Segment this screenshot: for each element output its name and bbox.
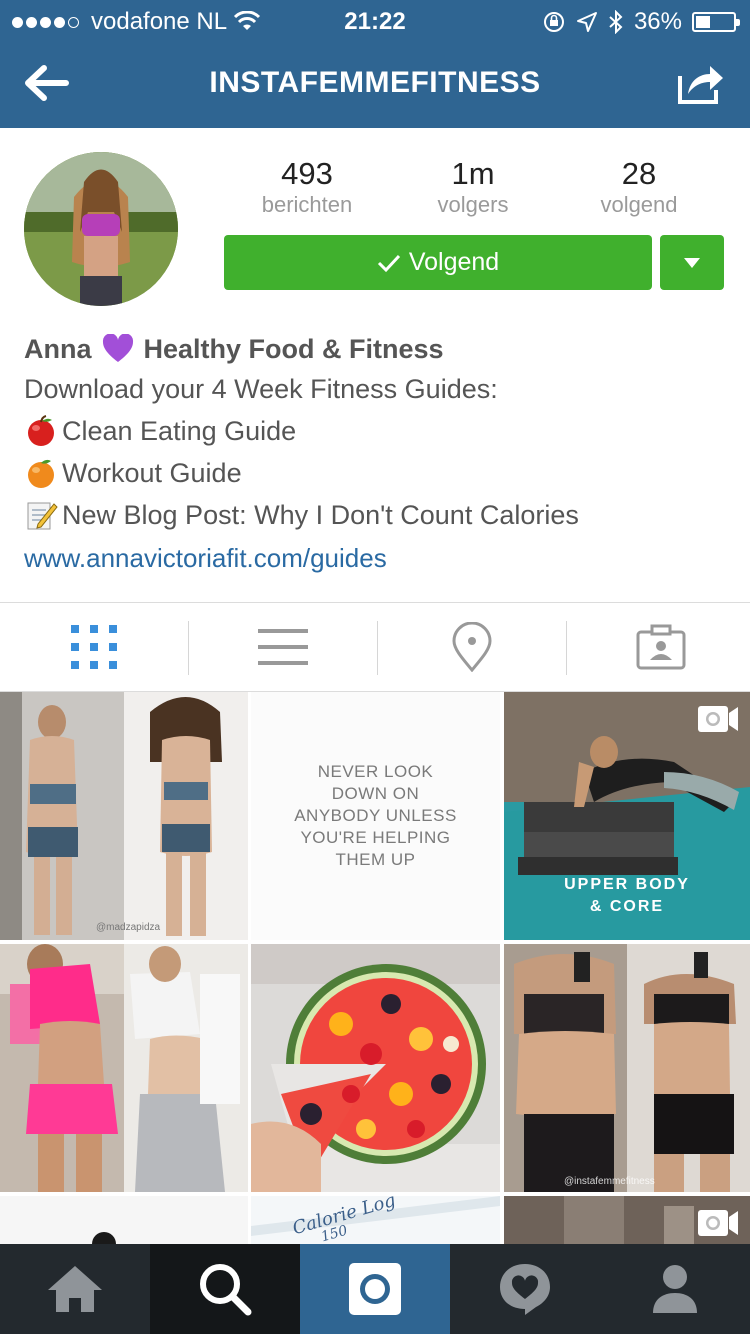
transformation-photo xyxy=(0,692,248,940)
grid-photo-5[interactable] xyxy=(251,944,500,1192)
video-caption-line-2: & CORE xyxy=(589,898,665,915)
memo-icon xyxy=(27,502,58,530)
stat-following[interactable]: 28 volgend xyxy=(556,156,722,218)
posts-label: berichten xyxy=(261,192,353,217)
bio-line-4: New Blog Post: Why I Don't Count Calorie… xyxy=(24,494,734,536)
video-caption-line-1: UPPER BODY xyxy=(564,876,690,893)
purple-heart-icon xyxy=(102,334,133,362)
quote-line-5: THEM UP xyxy=(335,850,416,869)
photo-watermark-2: @instafemmefitness xyxy=(564,1176,655,1187)
video-camera-icon xyxy=(698,706,738,732)
suggestions-dropdown-button[interactable] xyxy=(660,235,724,290)
following-button-label: Volgend xyxy=(408,248,500,276)
avatar-photo xyxy=(24,152,178,306)
website-link[interactable]: www.annavictoriafit.com/guides xyxy=(24,536,734,580)
tab-profile[interactable] xyxy=(600,1244,750,1334)
stat-followers[interactable]: 1m volgers xyxy=(390,156,556,218)
grid-photo-2[interactable]: NEVER LOOK DOWN ON ANYBODY UNLESS YOU'RE… xyxy=(251,692,500,940)
profile-name: Anna Healthy Food & Fitness xyxy=(24,330,734,368)
bio-line-1-text: Download your 4 Week Fitness Guides: xyxy=(24,374,498,404)
grid-photo-6[interactable]: @instafemmefitness xyxy=(504,944,750,1192)
profile-icon xyxy=(653,1265,697,1313)
posts-count: 493 xyxy=(281,156,333,191)
grid-photo-7[interactable] xyxy=(0,1196,248,1244)
navigation-bar: INSTAFEMMEFITNESS xyxy=(0,40,750,128)
bio-line-3: Workout Guide xyxy=(24,452,734,494)
followers-label: volgers xyxy=(437,192,509,217)
quote-line-4: YOU'RE HELPING xyxy=(300,828,451,847)
status-bar: vodafone NL 21:22 36% xyxy=(0,0,750,40)
avatar[interactable] xyxy=(24,152,178,306)
quote-text: NEVER LOOK DOWN ON ANYBODY UNLESS YOU'RE… xyxy=(294,761,457,871)
tab-activity[interactable] xyxy=(450,1244,600,1334)
triangle-down-icon xyxy=(684,257,700,268)
bio-line-2: Clean Eating Guide xyxy=(24,410,734,452)
profile-stats: 493 berichten 1m volgers 28 volgend xyxy=(224,156,724,226)
share-icon[interactable] xyxy=(676,60,726,106)
following-label: volgend xyxy=(600,192,678,217)
quote-line-3: ANYBODY UNLESS xyxy=(294,806,457,825)
name-first: Anna xyxy=(24,334,92,364)
page-title: INSTAFEMMEFITNESS xyxy=(209,66,541,99)
grid-photo-1[interactable]: @madzapidza xyxy=(0,692,248,940)
following-button[interactable]: Volgend xyxy=(224,235,652,290)
selfie-photo xyxy=(0,944,248,1192)
bio-line-4-text: New Blog Post: Why I Don't Count Calorie… xyxy=(62,500,579,530)
quote-line-1: NEVER LOOK xyxy=(317,762,434,781)
location-pin-icon xyxy=(452,622,492,672)
grid-photo-8[interactable]: Calorie Log 150 xyxy=(251,1196,500,1244)
video-camera-icon xyxy=(698,1210,738,1236)
grid-video-1[interactable]: UPPER BODY & CORE xyxy=(504,692,750,940)
watermelon-pizza-photo xyxy=(251,944,500,1192)
bio-line-3-text: Workout Guide xyxy=(62,458,242,488)
battery-icon xyxy=(692,12,740,32)
checkmark-icon xyxy=(377,254,400,272)
search-icon xyxy=(200,1264,252,1316)
rotation-lock-icon xyxy=(543,12,564,32)
bio-line-2-text: Clean Eating Guide xyxy=(62,416,297,446)
header-bar: vodafone NL 21:22 36% INSTAFEMMEFITNESS xyxy=(0,0,750,128)
bluetooth-icon xyxy=(609,10,623,34)
photo-grid: @madzapidza NEVER LOOK DOWN ON ANYBODY U… xyxy=(0,692,750,1244)
tab-location[interactable] xyxy=(378,603,566,691)
battery-percent: 36% xyxy=(633,8,682,35)
tab-camera[interactable] xyxy=(300,1244,450,1334)
tab-home[interactable] xyxy=(0,1244,150,1334)
progress-photo xyxy=(504,944,750,1192)
tab-tagged[interactable] xyxy=(567,603,750,691)
tab-list[interactable] xyxy=(189,603,377,691)
quote-line-2: DOWN ON xyxy=(331,784,420,803)
stat-posts[interactable]: 493 berichten xyxy=(224,156,390,218)
red-apple-icon xyxy=(28,415,54,446)
profile-view-tabs xyxy=(0,602,750,692)
name-rest: Healthy Food & Fitness xyxy=(143,334,444,364)
list-icon xyxy=(258,629,308,665)
bio-line-1: Download your 4 Week Fitness Guides: xyxy=(24,368,734,410)
orange-fruit-icon xyxy=(28,459,54,488)
tab-search[interactable] xyxy=(150,1244,300,1334)
grid-video-2[interactable] xyxy=(504,1196,750,1244)
following-count: 28 xyxy=(621,156,657,191)
grid-icon xyxy=(71,625,117,669)
location-arrow-icon xyxy=(576,12,597,32)
bottom-tab-bar xyxy=(0,1244,750,1334)
tab-grid[interactable] xyxy=(0,603,188,691)
camera-icon xyxy=(349,1263,401,1315)
photo-watermark-1: @madzapidza xyxy=(96,922,161,933)
profile-bio: Anna Healthy Food & Fitness Download you… xyxy=(24,330,734,580)
activity-icon xyxy=(500,1264,550,1315)
grid-photo-4[interactable] xyxy=(0,944,248,1192)
status-right: 36% xyxy=(542,8,740,36)
tagged-person-icon xyxy=(636,624,686,670)
followers-count: 1m xyxy=(451,156,495,191)
home-icon xyxy=(48,1266,102,1312)
food-photo-partial xyxy=(0,1196,248,1244)
